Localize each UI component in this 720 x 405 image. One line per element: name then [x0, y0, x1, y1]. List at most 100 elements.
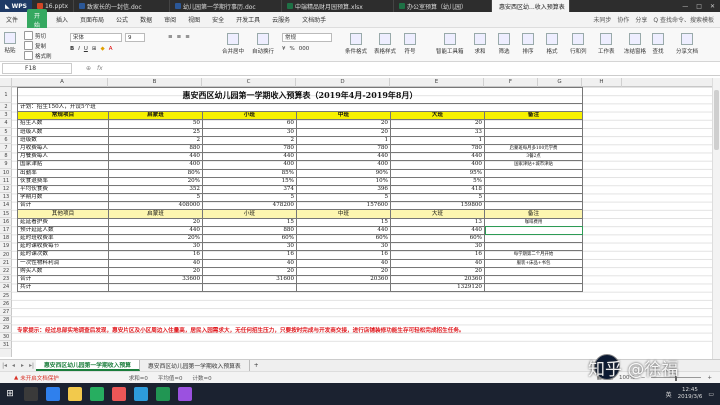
- note-cell[interactable]: [484, 184, 583, 195]
- minimize-icon[interactable]: —: [682, 3, 688, 10]
- data-cell[interactable]: 2: [202, 135, 297, 145]
- browser-icon[interactable]: [46, 387, 60, 401]
- menu-security[interactable]: 安全: [206, 15, 230, 24]
- header-cell[interactable]: 中班: [296, 209, 391, 219]
- header-cell[interactable]: 中班: [296, 111, 391, 121]
- note-cell[interactable]: [484, 119, 583, 129]
- row-header[interactable]: 5: [0, 128, 12, 136]
- data-cell[interactable]: 40: [202, 258, 297, 268]
- row-col-button[interactable]: 行和列: [570, 33, 587, 55]
- sort-button[interactable]: 排序: [522, 33, 534, 55]
- note-cell[interactable]: [484, 242, 583, 252]
- column-header-f[interactable]: F: [484, 78, 538, 87]
- menu-file[interactable]: 文件: [0, 15, 24, 24]
- data-cell[interactable]: 33600: [108, 274, 203, 285]
- data-cell[interactable]: 20360: [390, 274, 485, 285]
- add-sheet-icon[interactable]: +: [254, 363, 259, 369]
- search-icon[interactable]: [24, 387, 38, 401]
- menu-formula[interactable]: 公式: [110, 15, 134, 24]
- row-header[interactable]: 17: [0, 226, 12, 235]
- data-cell[interactable]: 15%: [202, 176, 297, 186]
- close-icon[interactable]: ✕: [710, 3, 715, 10]
- data-cell[interactable]: 5: [390, 193, 485, 203]
- data-cell[interactable]: 25: [108, 127, 203, 137]
- data-cell[interactable]: 16: [296, 250, 391, 260]
- data-cell[interactable]: 33: [390, 127, 485, 137]
- data-cell[interactable]: 50: [108, 119, 203, 129]
- data-cell[interactable]: 2: [108, 135, 203, 145]
- row-header[interactable]: 14: [0, 201, 12, 210]
- data-cell[interactable]: 880: [202, 225, 297, 236]
- data-cell[interactable]: 月餐费每人: [17, 152, 109, 162]
- row-header[interactable]: 4: [0, 119, 12, 128]
- row-header[interactable]: 22: [0, 267, 12, 276]
- data-cell[interactable]: 418: [390, 184, 485, 195]
- data-cell[interactable]: 440: [296, 225, 391, 236]
- lang-indicator[interactable]: 英: [666, 390, 672, 399]
- bold-icon[interactable]: B: [70, 46, 74, 52]
- row-header[interactable]: 3: [0, 111, 12, 120]
- header-cell[interactable]: 大班: [390, 209, 485, 219]
- zoom-icon[interactable]: ⊕: [86, 65, 91, 72]
- row-header[interactable]: 12: [0, 185, 12, 194]
- row-header[interactable]: 11: [0, 177, 12, 185]
- data-cell[interactable]: 30: [296, 242, 391, 252]
- note-cell[interactable]: [484, 283, 583, 293]
- data-cell[interactable]: 20%: [108, 176, 203, 186]
- data-cell[interactable]: 396: [296, 184, 391, 195]
- sheet-title[interactable]: 惠安西区幼儿园第一学期收入预算表（2019年4月-2019年8月）: [17, 87, 583, 104]
- menu-cloud[interactable]: 云服务: [266, 15, 296, 24]
- paste-button[interactable]: 粘贴: [4, 32, 16, 54]
- italic-icon[interactable]: I: [78, 46, 80, 52]
- row-header[interactable]: 9: [0, 160, 12, 169]
- format-button[interactable]: 格式: [546, 33, 558, 55]
- data-cell[interactable]: 400: [108, 160, 203, 170]
- data-cell[interactable]: 20: [296, 119, 391, 129]
- data-cell[interactable]: 国家津贴: [17, 160, 109, 170]
- data-cell[interactable]: 班级数: [17, 135, 109, 145]
- filter-button[interactable]: 筛选: [498, 33, 510, 55]
- data-cell[interactable]: 60%: [390, 233, 485, 244]
- header-cell[interactable]: 大班: [390, 111, 485, 121]
- data-cell[interactable]: 20: [390, 119, 485, 129]
- data-cell[interactable]: 招生人数: [17, 119, 109, 129]
- data-cell[interactable]: 780: [202, 143, 297, 154]
- wps-icon[interactable]: [112, 387, 126, 401]
- data-cell[interactable]: 15: [202, 217, 297, 227]
- sheet-grid[interactable]: 惠安西区幼儿园第一学期收入预算表（2019年4月-2019年8月） 计划：招生15…: [12, 87, 712, 347]
- data-cell[interactable]: 平均伙食费: [17, 184, 109, 195]
- zoom-in-icon[interactable]: +: [707, 375, 712, 381]
- data-cell[interactable]: 408000: [108, 201, 203, 211]
- row-header[interactable]: 21: [0, 259, 12, 267]
- data-cell[interactable]: 20: [108, 266, 203, 276]
- data-cell[interactable]: 30: [202, 127, 297, 137]
- column-header-g[interactable]: G: [538, 78, 582, 87]
- find-button[interactable]: 查找: [652, 33, 664, 55]
- data-cell[interactable]: 30: [202, 242, 297, 252]
- prev-sheet-icon[interactable]: ◂: [9, 363, 18, 369]
- name-box[interactable]: F18: [2, 63, 72, 74]
- sum-button[interactable]: 求和: [474, 33, 486, 55]
- row-header[interactable]: 26: [0, 300, 12, 308]
- worksheet-button[interactable]: 工作表: [598, 33, 615, 55]
- align-middle-icon[interactable]: ≡: [177, 34, 182, 40]
- data-cell[interactable]: 30: [390, 242, 485, 252]
- number-format-select[interactable]: 常规: [282, 33, 332, 42]
- menu-view[interactable]: 视图: [182, 15, 206, 24]
- data-cell[interactable]: 157600: [296, 201, 391, 211]
- column-header-c[interactable]: C: [202, 78, 296, 87]
- row-header[interactable]: 25: [0, 292, 12, 300]
- align-bottom-icon[interactable]: ≡: [185, 34, 190, 40]
- data-cell[interactable]: 一次性物料利润: [17, 258, 109, 268]
- data-cell[interactable]: 60: [202, 119, 297, 129]
- row-header[interactable]: 24: [0, 283, 12, 292]
- row-header[interactable]: 13: [0, 193, 12, 202]
- data-cell[interactable]: 延时班收费率: [17, 233, 109, 244]
- data-cell[interactable]: 440: [296, 152, 391, 162]
- doc-tab-4[interactable]: 中端精品财月园预算.xlsx: [282, 0, 395, 12]
- data-cell[interactable]: 60%: [202, 233, 297, 244]
- row-header[interactable]: 19: [0, 242, 12, 251]
- data-cell[interactable]: 15: [296, 217, 391, 227]
- data-cell[interactable]: 85%: [202, 168, 297, 178]
- header-cell[interactable]: 启蒙班: [108, 111, 203, 121]
